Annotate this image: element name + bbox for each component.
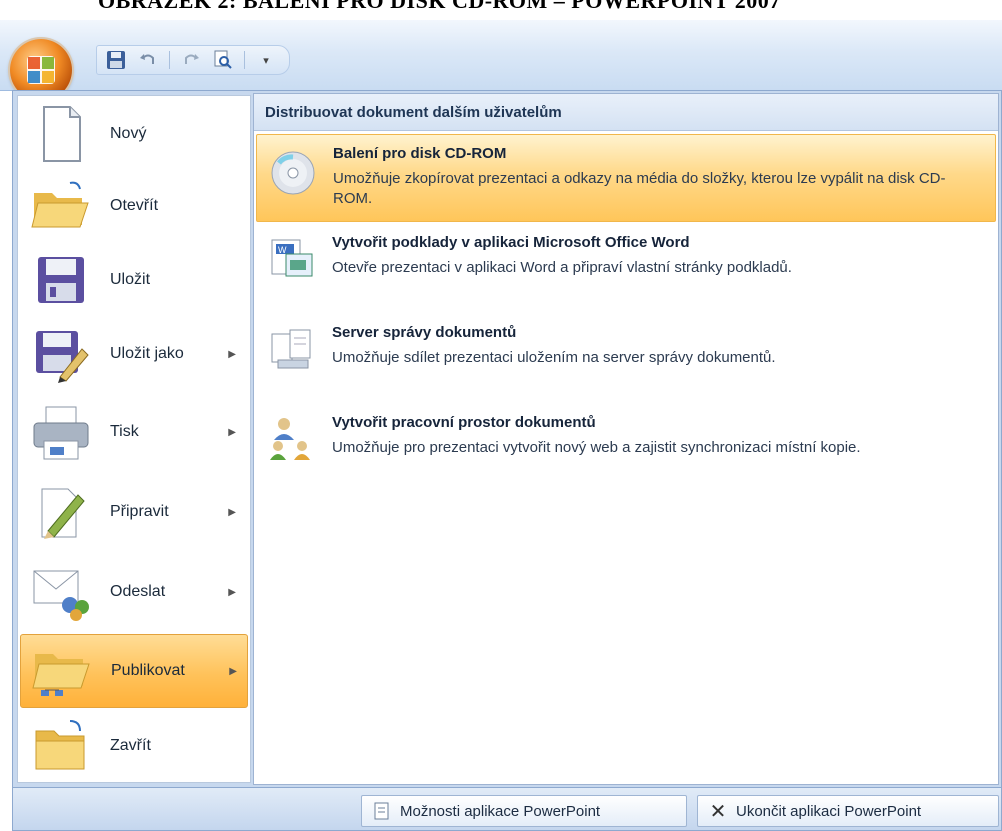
- save-floppy-icon: [30, 249, 92, 311]
- menu-item-label: Uložit: [110, 271, 151, 288]
- close-folder-icon: [30, 715, 92, 777]
- options-button-label: Možnosti aplikace PowerPoint: [400, 802, 601, 820]
- menu-item-print[interactable]: Tisk ▶: [20, 396, 246, 468]
- menu-item-new[interactable]: Nový: [20, 98, 246, 170]
- option-title: Server správy dokumentů: [332, 324, 517, 341]
- menu-item-send[interactable]: Odeslat ▶: [20, 556, 246, 628]
- close-icon: ✕: [709, 800, 727, 823]
- toolbar-separator: [169, 51, 170, 69]
- menu-item-label: Tisk: [110, 423, 139, 440]
- prepare-pen-icon: [30, 481, 92, 543]
- option-word-handouts[interactable]: W Vytvořit podklady v aplikaci Microsoft…: [256, 226, 994, 296]
- option-title: Balení pro disk CD-ROM: [333, 145, 507, 162]
- figure-caption-text: OBRÁZEK 2: BALENÍ PRO DISK CD-ROM – POWE…: [98, 0, 781, 13]
- option-title: Vytvořit podklady v aplikaci Microsoft O…: [332, 234, 690, 251]
- word-handouts-icon: W: [268, 234, 316, 282]
- exit-button-label: Ukončit aplikaci PowerPoint: [736, 802, 922, 820]
- open-folder-icon: [30, 175, 92, 237]
- menu-item-prepare[interactable]: Připravit ▶: [20, 476, 246, 548]
- submenu-arrow-icon: ▶: [228, 426, 236, 438]
- option-description: Umožňuje zkopírovat prezentaci a odkazy …: [333, 170, 946, 207]
- option-description: Otevře prezentaci v aplikaci Word a přip…: [332, 259, 792, 276]
- menu-item-label: Otevřít: [110, 197, 159, 214]
- undo-icon[interactable]: [137, 49, 159, 71]
- menu-item-publish[interactable]: Publikovat ▶: [20, 634, 248, 708]
- options-icon: [372, 801, 392, 821]
- menu-item-label: Uložit jako: [110, 345, 184, 362]
- office-menu: Nový Otevřít Uložit Uložit jako ▶ Tisk ▶…: [12, 90, 1002, 788]
- command-list: Nový Otevřít Uložit Uložit jako ▶ Tisk ▶…: [17, 95, 251, 783]
- menu-item-label: Nový: [110, 125, 147, 142]
- option-document-workspace[interactable]: Vytvořit pracovní prostor dokumentů Umož…: [256, 406, 994, 492]
- menu-footer: Možnosti aplikace PowerPoint ✕ Ukončit a…: [12, 788, 1002, 831]
- menu-item-label: Připravit: [110, 503, 169, 520]
- document-server-icon: [268, 324, 316, 372]
- menu-item-open[interactable]: Otevřít: [20, 170, 246, 242]
- option-description: Umožňuje sdílet prezentaci uložením na s…: [332, 349, 776, 366]
- option-document-server[interactable]: Server správy dokumentů Umožňuje sdílet …: [256, 316, 994, 386]
- option-description: Umožňuje pro prezentaci vytvořit nový we…: [332, 439, 861, 456]
- floppy-disk-icon[interactable]: [105, 49, 127, 71]
- send-mail-icon: [30, 561, 92, 623]
- save-as-icon: [30, 323, 92, 385]
- publish-folder-icon: [31, 640, 93, 702]
- submenu-header-text: Distribuovat dokument dalším uživatelům: [265, 104, 562, 121]
- submenu-arrow-icon: ▶: [228, 348, 236, 360]
- dropdown-arrow-icon[interactable]: ▾: [255, 49, 277, 71]
- figure-caption: OBRÁZEK 2: BALENÍ PRO DISK CD-ROM – POWE…: [0, 0, 1002, 20]
- submenu-header: Distribuovat dokument dalším uživatelům: [254, 94, 998, 131]
- menu-item-label: Publikovat: [111, 662, 185, 679]
- redo-icon[interactable]: [180, 49, 202, 71]
- quick-access-toolbar: ▾: [96, 45, 290, 75]
- option-package-cd[interactable]: Balení pro disk CD-ROM Umožňuje zkopírov…: [256, 134, 996, 222]
- menu-item-save-as[interactable]: Uložit jako ▶: [20, 318, 246, 390]
- menu-item-close[interactable]: Zavřít: [20, 710, 246, 782]
- menu-item-label: Zavřít: [110, 737, 151, 754]
- workspace-users-icon: [268, 414, 316, 462]
- options-button[interactable]: Možnosti aplikace PowerPoint: [361, 795, 687, 827]
- title-bar: ▾: [0, 20, 1002, 101]
- toolbar-separator: [244, 51, 245, 69]
- printer-icon: [30, 401, 92, 463]
- menu-item-save[interactable]: Uložit: [20, 244, 246, 316]
- office-logo-icon: [27, 56, 55, 84]
- print-preview-icon[interactable]: [212, 49, 234, 71]
- submenu-arrow-icon: ▶: [229, 665, 237, 677]
- option-title: Vytvořit pracovní prostor dokumentů: [332, 414, 596, 431]
- exit-button[interactable]: ✕ Ukončit aplikaci PowerPoint: [697, 795, 999, 827]
- menu-item-label: Odeslat: [110, 583, 166, 600]
- submenu-arrow-icon: ▶: [228, 506, 236, 518]
- cd-rom-icon: [269, 149, 317, 197]
- submenu-panel: Distribuovat dokument dalším uživatelům …: [253, 93, 999, 785]
- submenu-arrow-icon: ▶: [228, 586, 236, 598]
- new-document-icon: [30, 103, 92, 165]
